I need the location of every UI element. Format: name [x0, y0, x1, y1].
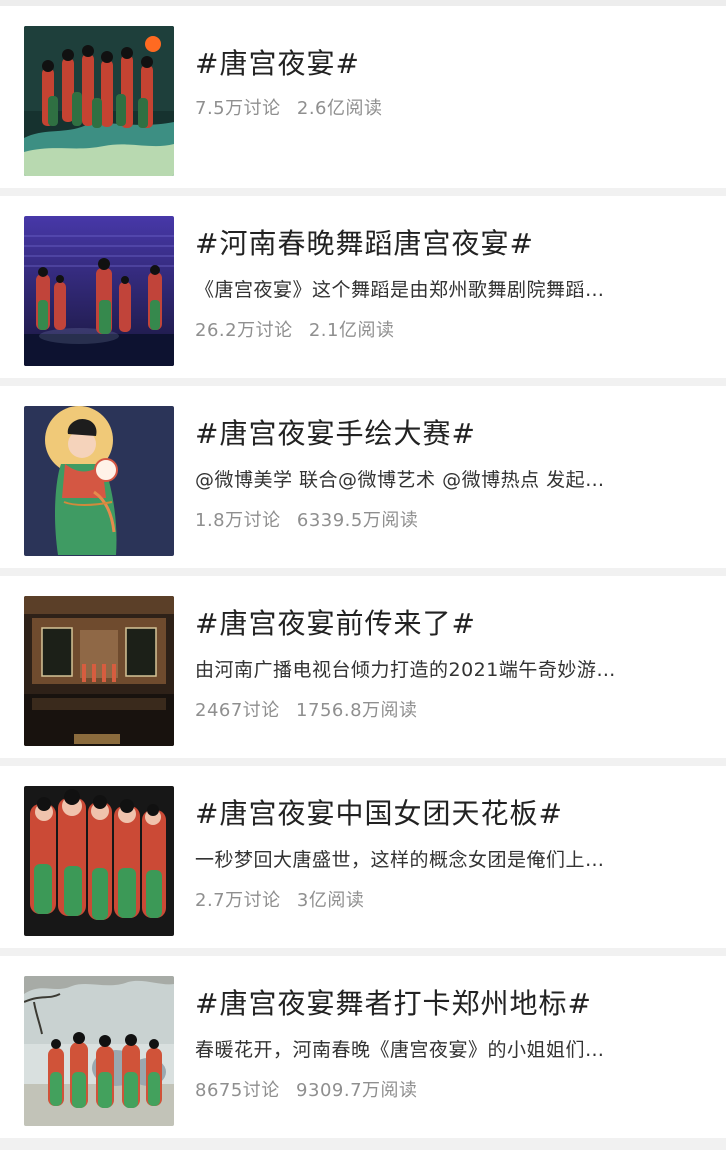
topic-text: #唐宫夜宴前传来了# 由河南广播电视台倾力打造的2021端午奇妙游… 2467讨… — [195, 607, 708, 723]
discussion-count: 26.2万讨论 — [195, 320, 293, 341]
topic-description: 由河南广播电视台倾力打造的2021端午奇妙游… — [195, 659, 616, 681]
read-count: 3亿阅读 — [296, 890, 365, 911]
topic-list: #唐宫夜宴# 7.5万讨论 2.6亿阅读 #河南春晚舞蹈唐宫夜宴# 《唐宫夜宴》… — [0, 6, 726, 1146]
topic-item[interactable]: #唐宫夜宴中国女团天花板# 一秒梦回大唐盛世，这样的概念女团是俺们上… 2.7万… — [0, 766, 726, 948]
read-count: 2.1亿阅读 — [308, 320, 395, 341]
topic-stats: 8675讨论 9309.7万阅读 — [195, 1079, 708, 1103]
topic-text: #唐宫夜宴# 7.5万讨论 2.6亿阅读 — [195, 47, 708, 121]
topic-text: #河南春晚舞蹈唐宫夜宴# 《唐宫夜宴》这个舞蹈是由郑州歌舞剧院舞蹈… 26.2万… — [195, 227, 708, 343]
dancers-stage-group-icon — [24, 26, 174, 176]
discussion-count: 2467讨论 — [195, 700, 280, 721]
discussion-count: 8675讨论 — [195, 1080, 280, 1101]
topic-title[interactable]: #唐宫夜宴中国女团天花板# — [195, 797, 708, 831]
read-count: 1756.8万阅读 — [296, 700, 418, 721]
topic-stats: 26.2万讨论 2.1亿阅读 — [195, 319, 708, 343]
topic-stats: 7.5万讨论 2.6亿阅读 — [195, 97, 708, 121]
topic-text: #唐宫夜宴舞者打卡郑州地标# 春暖花开，河南春晚《唐宫夜宴》的小姐姐们… 867… — [195, 987, 708, 1103]
topic-text: #唐宫夜宴中国女团天花板# 一秒梦回大唐盛世，这样的概念女团是俺们上… 2.7万… — [195, 797, 708, 913]
topic-list-screen: #唐宫夜宴# 7.5万讨论 2.6亿阅读 #河南春晚舞蹈唐宫夜宴# 《唐宫夜宴》… — [0, 0, 726, 1150]
read-count: 6339.5万阅读 — [296, 510, 419, 531]
topic-description: 一秒梦回大唐盛世，这样的概念女团是俺们上… — [195, 849, 605, 871]
discussion-count: 1.8万讨论 — [195, 510, 281, 531]
topic-item[interactable]: #河南春晚舞蹈唐宫夜宴# 《唐宫夜宴》这个舞蹈是由郑州歌舞剧院舞蹈… 26.2万… — [0, 196, 726, 378]
museum-scene-icon — [24, 596, 174, 746]
topic-stats: 1.8万讨论 6339.5万阅读 — [195, 509, 708, 533]
topic-title[interactable]: #唐宫夜宴# — [195, 47, 708, 81]
topic-item[interactable]: #唐宫夜宴手绘大赛# @微博美学 联合@微博艺术 @微博热点 发起… 1.8万讨… — [0, 386, 726, 568]
topic-item[interactable]: #唐宫夜宴舞者打卡郑州地标# 春暖花开，河南春晚《唐宫夜宴》的小姐姐们… 867… — [0, 956, 726, 1138]
topic-description: @微博美学 联合@微博艺术 @微博热点 发起… — [195, 469, 605, 491]
discussion-count: 7.5万讨论 — [195, 98, 281, 119]
dancers-outdoor-icon — [24, 976, 174, 1126]
topic-title[interactable]: #河南春晚舞蹈唐宫夜宴# — [195, 227, 708, 261]
dancers-on-stage-icon — [24, 216, 174, 366]
read-count: 9309.7万阅读 — [296, 1080, 418, 1101]
topic-item[interactable]: #唐宫夜宴# 7.5万讨论 2.6亿阅读 — [0, 6, 726, 188]
topic-title[interactable]: #唐宫夜宴手绘大赛# — [195, 417, 708, 451]
topic-description: 春暖花开，河南春晚《唐宫夜宴》的小姐姐们… — [195, 1039, 605, 1061]
topic-text: #唐宫夜宴手绘大赛# @微博美学 联合@微博艺术 @微博热点 发起… 1.8万讨… — [195, 417, 708, 533]
read-count: 2.6亿阅读 — [296, 98, 383, 119]
topic-stats: 2467讨论 1756.8万阅读 — [195, 699, 708, 723]
topic-description: 《唐宫夜宴》这个舞蹈是由郑州歌舞剧院舞蹈… — [195, 279, 605, 301]
illustrated-dancer-moon-icon — [24, 406, 174, 556]
discussion-count: 2.7万讨论 — [195, 890, 281, 911]
topic-item[interactable]: #唐宫夜宴前传来了# 由河南广播电视台倾力打造的2021端午奇妙游… 2467讨… — [0, 576, 726, 758]
topic-title[interactable]: #唐宫夜宴前传来了# — [195, 607, 708, 641]
dancers-closeup-icon — [24, 786, 174, 936]
topic-stats: 2.7万讨论 3亿阅读 — [195, 889, 708, 913]
topic-title[interactable]: #唐宫夜宴舞者打卡郑州地标# — [195, 987, 708, 1021]
